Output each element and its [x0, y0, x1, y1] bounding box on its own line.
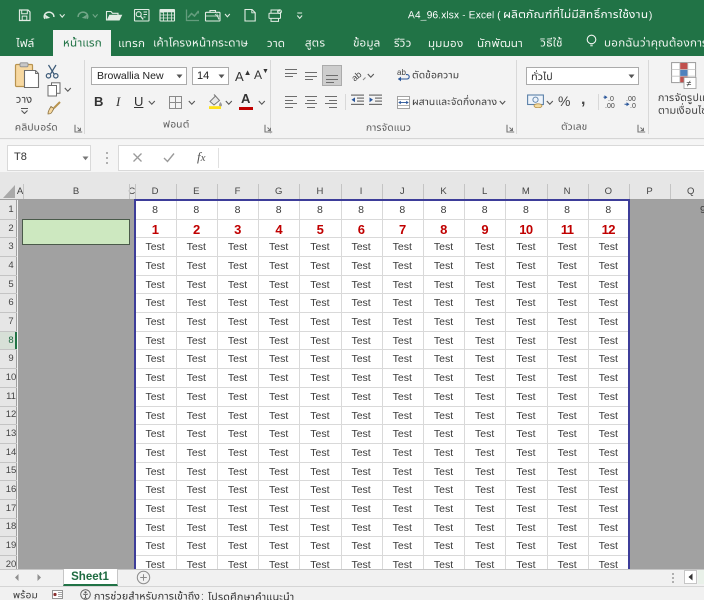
svg-text:.00: .00: [605, 103, 615, 109]
svg-text:≠: ≠: [687, 79, 692, 89]
svg-text:ab: ab: [350, 69, 364, 83]
svg-text:.00: .00: [626, 96, 636, 103]
svg-text:ab: ab: [397, 68, 406, 77]
svg-text:.0: .0: [608, 96, 614, 103]
svg-text:.0: .0: [630, 103, 636, 109]
